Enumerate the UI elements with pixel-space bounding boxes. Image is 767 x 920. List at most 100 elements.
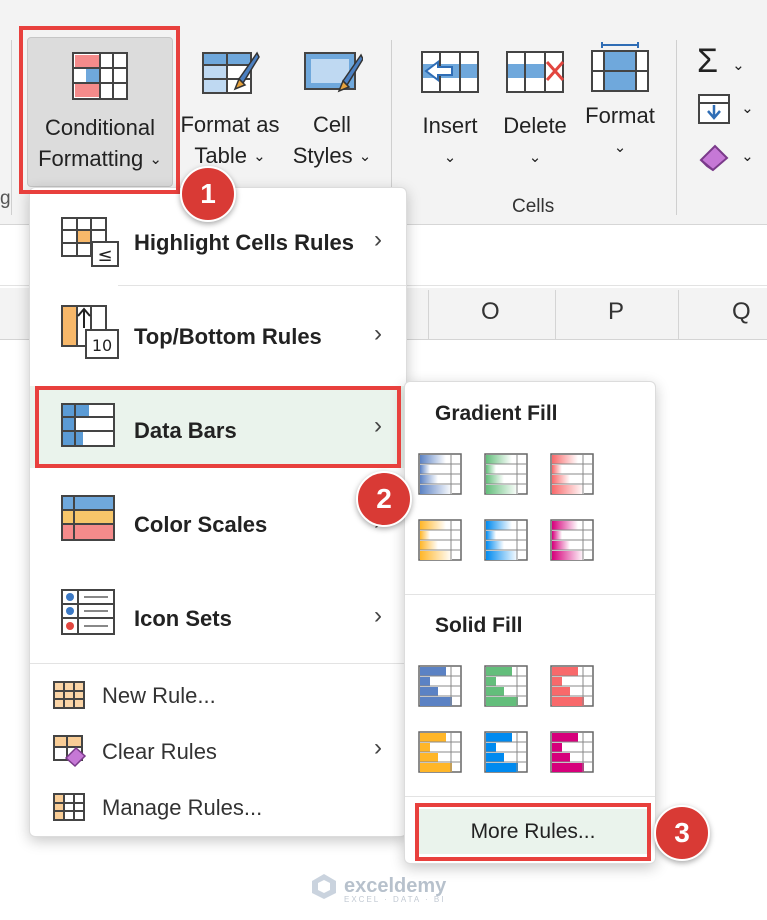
insert-button[interactable]: Insert ⌄: [412, 42, 488, 182]
menu-item-manage-rules[interactable]: Manage Rules...: [30, 782, 406, 834]
watermark: exceldemy EXCEL · DATA · BI: [310, 872, 446, 900]
chevron-down-icon: ⌄: [359, 141, 372, 172]
gradient-fill-heading: Gradient Fill: [435, 402, 558, 426]
format-as-table-icon: [199, 49, 261, 99]
chevron-down-icon: ⌄: [614, 132, 627, 163]
solid-data-bar-swatch-4[interactable]: [417, 730, 463, 774]
menu-item-label: Top/Bottom Rules: [134, 324, 322, 350]
column-header-q[interactable]: Q: [732, 298, 751, 326]
ten-glyph: 10: [92, 336, 112, 355]
less-equal-glyph: ≤: [97, 245, 112, 266]
solid-fill-heading: Solid Fill: [435, 614, 523, 638]
column-separator: [555, 290, 556, 340]
menu-divider: [118, 285, 406, 286]
menu-item-label: Manage Rules...: [102, 795, 262, 821]
chevron-right-icon: ›: [374, 734, 382, 762]
chevron-down-icon: ⌄: [741, 141, 754, 172]
cell-styles-button[interactable]: Cell Styles ⌄: [288, 37, 376, 187]
gradient-data-bar-swatch-2[interactable]: [483, 452, 529, 496]
highlight-box-more-rules: [415, 803, 651, 861]
highlight-box-data-bars: [35, 386, 401, 468]
menu-item-clear-rules[interactable]: Clear Rules ›: [30, 726, 406, 778]
clear-rules-icon: [52, 734, 88, 768]
cells-group-label: Cells: [512, 196, 554, 218]
format-button[interactable]: Format ⌄: [580, 38, 660, 178]
format-as-table-label-line1: Format as: [176, 109, 284, 140]
gradient-data-bar-swatch-1[interactable]: [417, 452, 463, 496]
gradient-data-bar-swatch-3[interactable]: [549, 452, 595, 496]
column-header-o[interactable]: O: [481, 298, 500, 326]
color-scales-icon: [60, 494, 116, 542]
format-as-table-label-line2: Table ⌄: [176, 140, 284, 174]
top-bottom-icon: 10: [60, 304, 122, 360]
menu-item-label: Icon Sets: [134, 606, 232, 632]
menu-item-label: Clear Rules: [102, 739, 217, 765]
icon-sets-icon: [60, 588, 116, 636]
solid-data-bar-swatch-6[interactable]: [549, 730, 595, 774]
column-header-p[interactable]: P: [608, 298, 624, 326]
cell-styles-label-line2: Styles ⌄: [288, 140, 376, 174]
ribbon-top: [0, 0, 767, 28]
chevron-down-icon: ⌄: [444, 142, 457, 173]
delete-button[interactable]: Delete ⌄: [496, 42, 574, 182]
chevron-right-icon: ›: [374, 602, 382, 630]
data-bars-submenu: Gradient Fill Solid Fill More Rules...: [404, 381, 656, 864]
column-separator: [678, 290, 679, 340]
solid-data-bar-swatch-3[interactable]: [549, 664, 595, 708]
format-label: Format: [580, 100, 660, 131]
callout-badge-2: 2: [356, 471, 412, 527]
menu-item-color-scales[interactable]: Color Scales ›: [30, 478, 406, 566]
solid-data-bar-swatch-1[interactable]: [417, 664, 463, 708]
menu-item-label: Color Scales: [134, 512, 267, 538]
excel-screenshot: g Conditional Formatting ⌄: [0, 0, 767, 920]
menu-item-top-bottom-rules[interactable]: 10 Top/Bottom Rules ›: [30, 290, 406, 378]
menu-divider: [30, 663, 406, 664]
solid-data-bar-swatch-5[interactable]: [483, 730, 529, 774]
solid-data-bar-swatch-2[interactable]: [483, 664, 529, 708]
submenu-divider: [405, 796, 655, 797]
fill-down-icon: [697, 93, 731, 125]
manage-rules-icon: [52, 792, 86, 822]
gradient-data-bar-swatch-5[interactable]: [483, 518, 529, 562]
callout-badge-3: 3: [654, 805, 710, 861]
highlight-cells-icon: ≤: [60, 216, 120, 268]
ribbon-left-edge-text: g: [0, 188, 11, 210]
chevron-down-icon: ⌄: [732, 50, 745, 81]
submenu-divider: [405, 594, 655, 595]
chevron-right-icon: ›: [374, 320, 382, 348]
delete-cells-icon: [503, 48, 567, 96]
menu-item-new-rule[interactable]: New Rule...: [30, 670, 406, 722]
chevron-down-icon: ⌄: [741, 93, 754, 124]
cell-styles-icon: [301, 49, 363, 99]
highlight-box-conditional-formatting: [19, 26, 180, 194]
exceldemy-logo-icon: [310, 872, 338, 900]
ribbon-separator: [11, 40, 12, 215]
insert-label: Insert: [412, 110, 488, 141]
sum-icon: Σ: [697, 42, 718, 80]
fill-button[interactable]: ⌄: [697, 92, 765, 134]
watermark-tagline: EXCEL · DATA · BI: [344, 895, 445, 904]
insert-cells-icon: [418, 48, 482, 96]
eraser-icon: [697, 142, 731, 172]
gradient-data-bar-swatch-4[interactable]: [417, 518, 463, 562]
chevron-right-icon: ›: [374, 226, 382, 254]
delete-label: Delete: [496, 110, 574, 141]
menu-item-label: New Rule...: [102, 683, 216, 709]
conditional-formatting-menu: ≤ Highlight Cells Rules › 10 Top/Bottom …: [29, 187, 407, 837]
chevron-down-icon: ⌄: [529, 142, 542, 173]
column-separator: [428, 290, 429, 340]
format-as-table-label-text: Table: [194, 143, 247, 168]
chevron-down-icon: ⌄: [253, 141, 266, 172]
format-as-table-button[interactable]: Format as Table ⌄: [176, 37, 284, 187]
autosum-button[interactable]: Σ ⌄: [697, 40, 765, 82]
cell-styles-label-line1: Cell: [288, 109, 376, 140]
gradient-data-bar-swatch-6[interactable]: [549, 518, 595, 562]
new-rule-icon: [52, 680, 86, 710]
clear-button[interactable]: ⌄: [697, 140, 765, 182]
menu-item-label: Highlight Cells Rules: [134, 230, 354, 256]
menu-item-icon-sets[interactable]: Icon Sets ›: [30, 572, 406, 660]
ribbon-separator: [676, 40, 677, 215]
cell-styles-label-text: Styles: [293, 143, 353, 168]
format-cells-icon: [588, 42, 652, 94]
callout-badge-1: 1: [180, 166, 236, 222]
